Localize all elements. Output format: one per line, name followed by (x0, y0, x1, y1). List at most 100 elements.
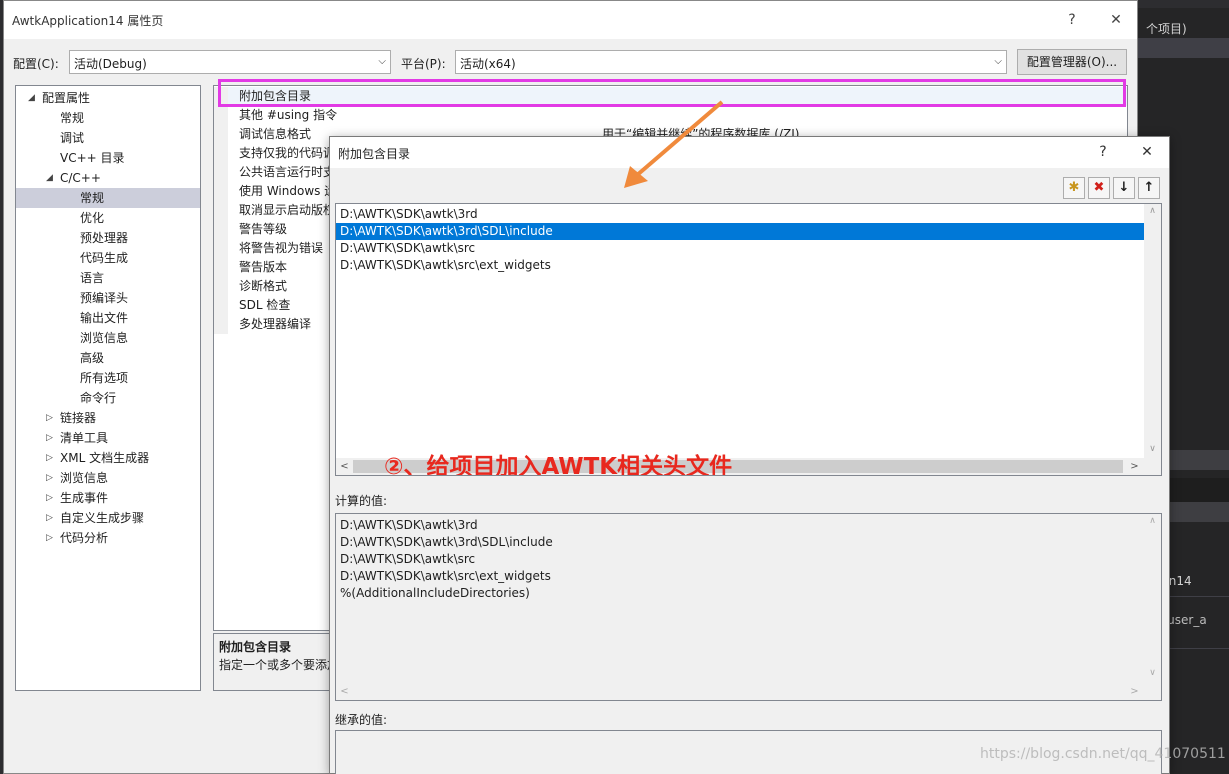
row-gutter (214, 296, 228, 315)
description-title: 附加包含目录 (219, 640, 292, 654)
property-row[interactable]: 其他 #using 指令 (214, 106, 1127, 125)
scroll-down-icon[interactable]: ∨ (1144, 668, 1161, 678)
property-name: 使用 Windows 运 (239, 184, 337, 198)
tree-item[interactable]: 代码生成 (16, 248, 200, 268)
tree-item-label: C/C++ (60, 171, 101, 185)
property-name: SDL 检查 (239, 298, 291, 312)
tree-collapsed-icon[interactable]: ▷ (46, 408, 53, 428)
tree-item-label: VC++ 目录 (60, 151, 125, 165)
tree-expanded-icon[interactable]: ◢ (46, 168, 53, 188)
tree-item[interactable]: 语言 (16, 268, 200, 288)
tree-item[interactable]: ▷ 生成事件 (16, 488, 200, 508)
tree-item[interactable]: 命令行 (16, 388, 200, 408)
evaluated-line: D:\AWTK\SDK\awtk\src (340, 552, 476, 566)
tree-item[interactable]: 常规 (16, 188, 200, 208)
config-manager-button[interactable]: 配置管理器(O)... (1017, 49, 1127, 75)
tree-collapsed-icon[interactable]: ▷ (46, 508, 53, 528)
scroll-up-icon[interactable]: ∧ (1144, 516, 1161, 526)
delete-icon[interactable]: ✖ (1088, 177, 1110, 199)
include-directories-dialog: 附加包含目录 ? ✕ ✱ ✖ ↓ ↑ ∧ ∨ < > ②、给项目加入AWTK相关… (329, 136, 1170, 774)
config-combo[interactable]: 活动(Debug) ⌵ (69, 50, 391, 74)
row-gutter (214, 315, 228, 334)
tree-item[interactable]: ▷ XML 文档生成器 (16, 448, 200, 468)
dialog-close-button[interactable]: ✕ (1134, 141, 1160, 163)
tree-item-label: 预编译头 (80, 291, 129, 305)
path-list-item[interactable]: D:\AWTK\SDK\awtk\src\ext_widgets (336, 257, 1144, 274)
evaluated-vscroll[interactable]: ∧ ∨ (1144, 514, 1161, 685)
tree-item-label: 常规 (60, 111, 85, 125)
tree-item[interactable]: ▷ 浏览信息 (16, 468, 200, 488)
platform-combo[interactable]: 活动(x64) ⌵ (455, 50, 1007, 74)
tree-item[interactable]: 高级 (16, 348, 200, 368)
help-button[interactable]: ? (1060, 9, 1084, 31)
property-name: 将警告视为错误 (239, 241, 324, 255)
scroll-left-icon[interactable]: < (336, 683, 353, 700)
scroll-right-icon[interactable]: > (1126, 683, 1143, 700)
watermark-text: https://blog.csdn.net/qq_41070511 (980, 746, 1226, 762)
tree-item[interactable]: ▷ 链接器 (16, 408, 200, 428)
config-label: 配置(C): (13, 57, 59, 71)
tree-collapsed-icon[interactable]: ▷ (46, 468, 53, 488)
path-list-vscroll[interactable]: ∧ ∨ (1144, 204, 1161, 460)
path-list-item[interactable]: D:\AWTK\SDK\awtk\src (336, 240, 1144, 257)
tree-item[interactable]: 浏览信息 (16, 328, 200, 348)
evaluated-hscroll[interactable]: < > (336, 683, 1144, 700)
property-name: 警告版本 (239, 260, 288, 274)
property-name: 调试信息格式 (239, 127, 312, 141)
tree-item[interactable]: 所有选项 (16, 368, 200, 388)
annotation-text: ②、给项目加入AWTK相关头文件 (384, 454, 733, 476)
tree-item[interactable]: 调试 (16, 128, 200, 148)
evaluated-label: 计算的值: (335, 494, 388, 508)
row-gutter (214, 106, 228, 125)
tree-item-label: 配置属性 (42, 91, 91, 105)
tree-item-label: 自定义生成步骤 (60, 511, 145, 525)
path-list-item[interactable]: D:\AWTK\SDK\awtk\3rd (336, 206, 1144, 223)
property-name: 诊断格式 (239, 279, 288, 293)
path-list-item[interactable]: D:\AWTK\SDK\awtk\3rd\SDL\include (336, 223, 1144, 240)
tree-item-label: 调试 (60, 131, 85, 145)
tree-item[interactable]: ◢ C/C++ (16, 168, 200, 188)
property-tree[interactable]: ◢ 配置属性 常规 调试 VC++ 目录 ◢ C/C++ 常规 优化 预处理器 代码生成 语言 预编译头… (15, 85, 201, 691)
platform-label: 平台(P): (401, 57, 446, 71)
tree-item[interactable]: 预处理器 (16, 228, 200, 248)
scroll-right-icon[interactable]: > (1126, 458, 1143, 475)
move-down-icon[interactable]: ↓ (1113, 177, 1135, 199)
solution-item[interactable]: 个项目) (1146, 20, 1187, 37)
tree-item-label: 代码生成 (80, 251, 129, 265)
tree-collapsed-icon[interactable]: ▷ (46, 528, 53, 548)
scroll-up-icon[interactable]: ∧ (1144, 206, 1161, 216)
tree-item-label: 预处理器 (80, 231, 129, 245)
dialog-help-button[interactable]: ? (1090, 141, 1116, 163)
row-gutter (214, 201, 228, 220)
tree-item-label: 输出文件 (80, 311, 129, 325)
tree-item-label: 语言 (80, 271, 105, 285)
tree-item[interactable]: ◢ 配置属性 (16, 88, 200, 108)
tree-collapsed-icon[interactable]: ▷ (46, 428, 53, 448)
move-up-icon[interactable]: ↑ (1138, 177, 1160, 199)
tree-item[interactable]: 预编译头 (16, 288, 200, 308)
row-gutter (214, 277, 228, 296)
tree-item[interactable]: ▷ 自定义生成步骤 (16, 508, 200, 528)
tree-item[interactable]: ▷ 代码分析 (16, 528, 200, 548)
new-line-icon[interactable]: ✱ (1063, 177, 1085, 199)
row-gutter (214, 258, 228, 277)
close-button[interactable]: ✕ (1104, 9, 1128, 31)
path-list[interactable]: ∧ ∨ < > ②、给项目加入AWTK相关头文件 D:\AWTK\SDK\awt… (335, 203, 1162, 476)
description-text: 指定一个或多个要添加 (219, 658, 340, 672)
tree-item-label: 高级 (80, 351, 105, 365)
scroll-left-icon[interactable]: < (336, 458, 353, 475)
tree-item[interactable]: VC++ 目录 (16, 148, 200, 168)
tree-collapsed-icon[interactable]: ▷ (46, 488, 53, 508)
tree-collapsed-icon[interactable]: ▷ (46, 448, 53, 468)
tree-expanded-icon[interactable]: ◢ (28, 88, 35, 108)
tree-item[interactable]: 输出文件 (16, 308, 200, 328)
tree-item[interactable]: 常规 (16, 108, 200, 128)
tree-item[interactable]: 优化 (16, 208, 200, 228)
chevron-down-icon: ⌵ (994, 56, 1002, 67)
evaluated-line: D:\AWTK\SDK\awtk\3rd\SDL\include (340, 535, 553, 549)
tree-item-label: 代码分析 (60, 531, 109, 545)
scroll-down-icon[interactable]: ∨ (1144, 444, 1161, 454)
tree-item-label: 常规 (80, 191, 105, 205)
tree-item-label: XML 文档生成器 (60, 451, 150, 465)
tree-item[interactable]: ▷ 清单工具 (16, 428, 200, 448)
